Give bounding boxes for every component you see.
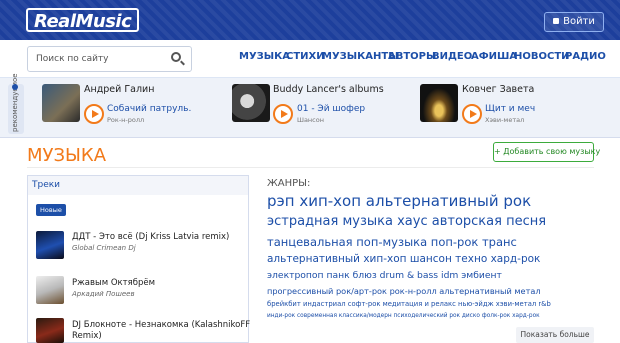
track-title-2[interactable]: Ржавым Октябрём [72, 278, 155, 288]
genre-line-4[interactable]: альтернативный хип-хоп шансон техно хард… [267, 253, 540, 265]
nav-authors[interactable]: АВТОРЫ [388, 51, 436, 65]
card-track-1[interactable]: Собачий патруль. [107, 104, 191, 114]
nav-music[interactable]: МУЗЫКА [239, 51, 290, 65]
card-thumb-2[interactable] [232, 84, 270, 122]
card-track-3[interactable]: Щит и меч [485, 104, 535, 114]
section-divider [27, 167, 594, 168]
card-name-1[interactable]: Андрей Галин [84, 84, 154, 95]
track-artist-2[interactable]: Аркадий Пошеев [72, 290, 135, 298]
genre-line-8[interactable]: инди-рок современная классика/модерн пси… [267, 313, 540, 319]
site-logo[interactable]: RealMusic [26, 8, 140, 32]
search-icon[interactable] [171, 52, 181, 62]
tracks-panel-header [27, 175, 249, 195]
play-button-2[interactable] [273, 104, 293, 124]
play-button-1[interactable] [84, 104, 104, 124]
login-button[interactable]: Войти [544, 12, 604, 32]
track-thumb-3[interactable] [36, 318, 64, 343]
filter-new-tab[interactable]: Новые [36, 204, 66, 216]
genre-line-6[interactable]: прогрессивный рок/арт-рок рок-н-ролл аль… [267, 286, 541, 296]
card-thumb-1[interactable] [42, 84, 80, 122]
card-genre-1: Рок-н-ролл [107, 116, 145, 124]
genre-line-7[interactable]: брейкбит индастриал софт-рок медитация и… [267, 300, 551, 308]
track-title-1[interactable]: ДДТ - Это всё (Dj Kriss Latvia remix) [72, 232, 229, 242]
featured-side-tab[interactable]: рекомендуемое [8, 73, 24, 134]
track-artist-1[interactable]: Global Crimean Dj [72, 244, 136, 252]
card-thumb-3[interactable] [420, 84, 458, 122]
track-thumb-2[interactable] [36, 276, 64, 304]
genres-title: ЖАНРЫ: [267, 178, 311, 189]
nav-video[interactable]: ВИДЕО [432, 51, 472, 65]
genre-line-2[interactable]: эстрадная музыка хаус авторская песня [267, 214, 546, 229]
nav-events[interactable]: АФИША [471, 51, 517, 65]
card-genre-3: Хэви-метал [485, 116, 525, 124]
add-music-button[interactable]: + Добавить свою музыку [493, 142, 600, 162]
login-label: Войти [563, 16, 595, 27]
show-more-button[interactable]: Показать больше [516, 327, 594, 343]
featured-dot-icon [12, 84, 18, 90]
genre-line-1[interactable]: рэп хип-хоп альтернативный рок [267, 192, 531, 210]
play-button-3[interactable] [462, 104, 482, 124]
card-genre-2: Шансон [297, 116, 324, 124]
genre-line-5[interactable]: электропоп панк блюз drum & bass idm эмб… [267, 270, 502, 281]
tab-tracks[interactable]: Треки [32, 180, 60, 190]
search-placeholder: Поиск по сайту [36, 54, 109, 64]
page-title: МУЗЫКА [27, 145, 107, 166]
search-input[interactable]: Поиск по сайту [27, 46, 192, 72]
genre-line-3[interactable]: танцевальная поп-музыка поп-рок транс [267, 235, 517, 249]
lock-icon [553, 18, 560, 24]
nav-poems[interactable]: СТИХИ [286, 51, 325, 65]
track-title-3[interactable]: DJ Блокнотe - Незнакомка (KalashnikoFF [72, 320, 250, 330]
card-name-3[interactable]: Ковчег Завета [462, 84, 534, 95]
card-track-2[interactable]: 01 - Эй шофер [297, 104, 365, 114]
card-name-2[interactable]: Buddy Lancer's albums [273, 84, 384, 95]
nav-news[interactable]: НОВОСТИ [514, 51, 570, 65]
track-title-3-cont[interactable]: Remix) [72, 331, 102, 341]
featured-side-label: рекомендуемое [11, 73, 19, 132]
track-thumb-1[interactable] [36, 231, 64, 259]
nav-radio[interactable]: РАДИО [565, 51, 606, 65]
